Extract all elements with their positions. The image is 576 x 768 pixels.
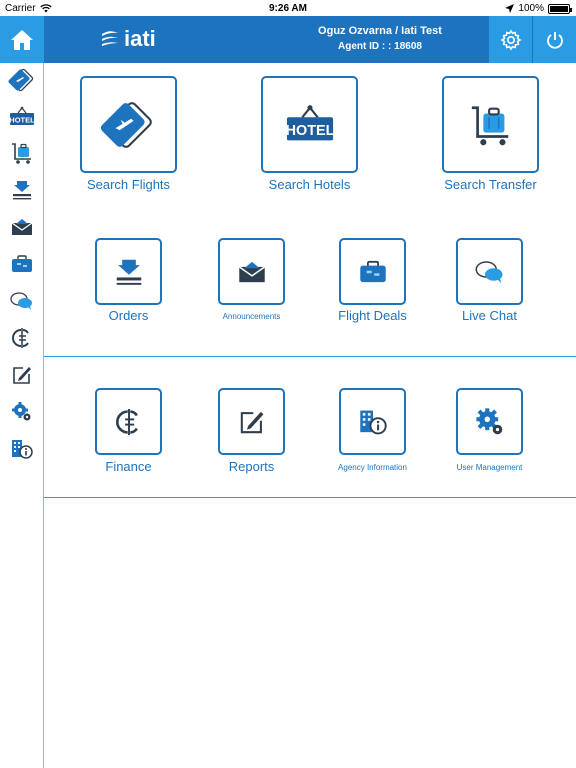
sidebar-item-flight-deals[interactable] xyxy=(6,249,38,279)
sidebar-item-announcements[interactable] xyxy=(6,212,38,242)
app-header: iati Oguz Ozvarna / Iati Test Agent ID :… xyxy=(0,16,576,63)
finance-tile[interactable] xyxy=(95,388,162,455)
sidebar: HOTEL xyxy=(0,63,44,768)
search-flights-tile[interactable] xyxy=(80,76,177,173)
sidebar-item-live-chat[interactable] xyxy=(6,286,38,316)
logout-button[interactable] xyxy=(533,16,576,63)
sidebar-item-reports[interactable] xyxy=(6,360,38,390)
sidebar-item-orders[interactable] xyxy=(6,175,38,205)
building-info-icon xyxy=(359,410,387,434)
live-chat-label[interactable]: Live Chat xyxy=(445,308,534,323)
home-icon xyxy=(11,29,33,50)
user-management-tile[interactable] xyxy=(456,388,523,455)
flight-tickets-icon xyxy=(100,101,152,148)
section-divider-bottom xyxy=(44,497,576,498)
reports-tile[interactable] xyxy=(218,388,285,455)
section-divider xyxy=(44,356,576,357)
hotel-sign-icon: HOTEL xyxy=(9,106,35,125)
search-hotels-tile[interactable]: HOTEL xyxy=(261,76,358,173)
edit-note-icon xyxy=(240,411,263,433)
search-flights-label[interactable]: Search Flights xyxy=(70,177,187,192)
sidebar-item-user-management[interactable] xyxy=(6,397,38,427)
search-hotels-label[interactable]: Search Hotels xyxy=(250,177,369,192)
gear-icon xyxy=(499,29,522,50)
gears-icon xyxy=(475,407,502,434)
agency-information-tile[interactable] xyxy=(339,388,406,455)
envelope-icon xyxy=(238,261,265,282)
hotel-sign-icon: HOTEL xyxy=(285,104,334,140)
building-info-icon xyxy=(12,440,33,459)
live-chat-tile[interactable] xyxy=(456,238,523,305)
settings-button[interactable] xyxy=(489,16,532,63)
user-management-label[interactable]: User Management xyxy=(441,463,538,472)
chat-bubbles-icon xyxy=(475,260,502,283)
flight-tickets-icon xyxy=(8,68,34,92)
luggage-cart-icon xyxy=(471,105,508,145)
user-info: Oguz Ozvarna / Iati Test Agent ID : : 18… xyxy=(300,25,460,52)
briefcase-icon xyxy=(359,260,386,282)
finance-icon xyxy=(115,408,138,435)
gears-icon xyxy=(12,402,31,421)
edit-note-icon xyxy=(13,367,31,384)
agency-information-label[interactable]: Agency Information xyxy=(324,463,421,472)
iati-logo: iati xyxy=(100,26,156,52)
location-arrow-icon xyxy=(505,4,515,13)
power-icon xyxy=(546,31,563,49)
search-transfer-label[interactable]: Search Transfer xyxy=(430,177,551,192)
orders-tile[interactable] xyxy=(95,238,162,305)
chat-bubbles-icon xyxy=(10,292,32,310)
finance-icon xyxy=(12,328,29,348)
announcements-label[interactable]: Announcements xyxy=(206,312,297,321)
battery-icon xyxy=(548,3,572,14)
sidebar-hotel-text: HOTEL xyxy=(9,115,35,124)
agent-id: Agent ID : : 18608 xyxy=(338,41,422,52)
sidebar-item-flights[interactable] xyxy=(6,65,38,95)
logo-swoosh-icon xyxy=(102,31,118,46)
logo-text: iati xyxy=(124,26,156,51)
flight-deals-tile[interactable] xyxy=(339,238,406,305)
orders-label[interactable]: Orders xyxy=(85,308,172,323)
luggage-cart-icon xyxy=(12,143,31,164)
finance-label[interactable]: Finance xyxy=(85,459,172,474)
user-name: Oguz Ozvarna / Iati Test xyxy=(318,25,442,37)
download-tray-icon xyxy=(116,259,141,285)
sidebar-item-agency-information[interactable] xyxy=(6,434,38,464)
sidebar-item-transfer[interactable] xyxy=(6,138,38,168)
battery-percent: 100% xyxy=(518,3,544,14)
announcements-tile[interactable] xyxy=(218,238,285,305)
status-right: 100% xyxy=(505,3,572,14)
flight-deals-label[interactable]: Flight Deals xyxy=(326,308,419,323)
hotel-sign-text: HOTEL xyxy=(285,123,334,139)
home-button[interactable] xyxy=(0,16,44,63)
search-transfer-tile[interactable] xyxy=(442,76,539,173)
briefcase-icon xyxy=(12,255,32,272)
envelope-icon xyxy=(11,219,33,235)
clock: 9:26 AM xyxy=(269,3,307,14)
status-bar: Carrier 9:26 AM 100% xyxy=(0,0,576,16)
sidebar-item-finance[interactable] xyxy=(6,323,38,353)
reports-label[interactable]: Reports xyxy=(206,459,297,474)
sidebar-item-hotels[interactable]: HOTEL xyxy=(6,102,38,132)
download-tray-icon xyxy=(13,181,31,200)
